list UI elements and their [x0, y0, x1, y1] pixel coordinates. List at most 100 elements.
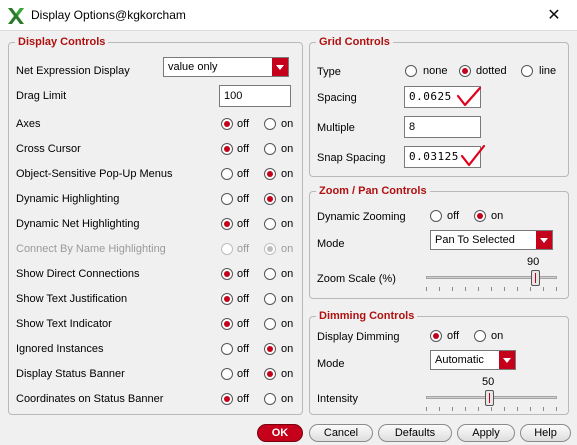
toggle-label: Object-Sensitive Pop-Up Menus — [16, 168, 173, 180]
grid-type-radio-line[interactable] — [521, 65, 533, 77]
radio-off[interactable] — [221, 368, 233, 380]
display-dimming-off-label: off — [447, 330, 460, 342]
grid-controls-title: Grid Controls — [316, 36, 393, 48]
radio-on[interactable] — [264, 293, 276, 305]
slider-tick — [530, 287, 531, 291]
radio-on[interactable] — [264, 193, 276, 205]
radio-on[interactable] — [264, 393, 276, 405]
grid-type-radio-none[interactable] — [405, 65, 417, 77]
radio-on[interactable] — [264, 168, 276, 180]
zoom-scale-ticks — [426, 287, 557, 291]
radio-on-label: on — [281, 218, 294, 230]
radio-off-label: off — [237, 343, 250, 355]
grid-type-label-dotted: dotted — [476, 65, 507, 77]
dimming-mode-value: Automatic — [435, 354, 484, 366]
radio-on[interactable] — [264, 118, 276, 130]
app-x-icon — [8, 8, 24, 24]
grid-type-label: Type — [317, 66, 341, 78]
window-title: Display Options@kgkorcham — [31, 8, 186, 22]
cancel-button[interactable]: Cancel — [309, 424, 373, 442]
display-dimming-label: Display Dimming — [317, 331, 400, 343]
radio-off[interactable] — [221, 293, 233, 305]
slider-tick — [543, 407, 544, 411]
drag-limit-input[interactable]: 100 — [219, 85, 291, 107]
drag-limit-label: Drag Limit — [16, 90, 67, 102]
chevron-down-icon — [536, 231, 552, 249]
toggle-label: Dynamic Net Highlighting — [16, 218, 140, 230]
slider-tick — [491, 287, 492, 291]
defaults-button[interactable]: Defaults — [378, 424, 452, 442]
radio-off-label: off — [237, 168, 250, 180]
radio-on-label: on — [281, 193, 294, 205]
radio-on-label: on — [281, 293, 294, 305]
radio-on[interactable] — [264, 218, 276, 230]
radio-on-label: on — [281, 393, 294, 405]
toggle-label: Axes — [16, 118, 41, 130]
intensity-slider-handle[interactable] — [484, 390, 494, 406]
intensity-value: 50 — [482, 376, 495, 388]
help-button[interactable]: Help — [520, 424, 571, 442]
display-dimming-off-radio[interactable] — [430, 330, 442, 342]
radio-off[interactable] — [221, 193, 233, 205]
slider-tick — [543, 287, 544, 291]
slider-tick — [504, 287, 505, 291]
checkmark-annotation-icon-2 — [460, 144, 486, 167]
radio-on[interactable] — [264, 368, 276, 380]
radio-off-label: off — [237, 118, 250, 130]
radio-off[interactable] — [221, 318, 233, 330]
net-expression-select[interactable]: value only — [163, 57, 289, 77]
radio-off[interactable] — [221, 168, 233, 180]
ok-button[interactable]: OK — [257, 424, 303, 442]
radio-on-label: on — [281, 243, 294, 255]
radio-on[interactable] — [264, 143, 276, 155]
dynamic-zooming-on-radio[interactable] — [474, 210, 486, 222]
toggle-label: Ignored Instances — [16, 343, 104, 355]
zoom-mode-select[interactable]: Pan To Selected — [430, 230, 553, 250]
radio-off-label: off — [237, 218, 250, 230]
slider-tick — [556, 287, 557, 291]
radio-off-label: off — [237, 193, 250, 205]
radio-off — [221, 243, 233, 255]
radio-on-label: on — [281, 368, 294, 380]
dimming-mode-select[interactable]: Automatic — [430, 350, 516, 370]
multiple-label: Multiple — [317, 122, 355, 134]
radio-off[interactable] — [221, 393, 233, 405]
slider-tick — [517, 287, 518, 291]
grid-type-label-line: line — [539, 65, 557, 77]
spacing-label: Spacing — [317, 92, 357, 104]
toggle-label: Show Text Justification — [16, 293, 128, 305]
slider-tick — [556, 407, 557, 411]
toggle-label: Cross Cursor — [16, 143, 81, 155]
zoom-mode-label: Mode — [317, 238, 345, 250]
multiple-input[interactable]: 8 — [404, 116, 481, 138]
radio-off-label: off — [237, 143, 250, 155]
radio-off[interactable] — [221, 268, 233, 280]
dimming-title: Dimming Controls — [316, 310, 418, 322]
slider-tick — [439, 407, 440, 411]
slider-tick — [465, 287, 466, 291]
radio-off[interactable] — [221, 343, 233, 355]
intensity-label: Intensity — [317, 393, 358, 405]
zoom-mode-value: Pan To Selected — [435, 234, 515, 246]
radio-on[interactable] — [264, 318, 276, 330]
dynamic-zooming-off-radio[interactable] — [430, 210, 442, 222]
toggle-label: Show Direct Connections — [16, 268, 140, 280]
radio-on[interactable] — [264, 268, 276, 280]
radio-off[interactable] — [221, 218, 233, 230]
apply-button[interactable]: Apply — [457, 424, 515, 442]
radio-off[interactable] — [221, 143, 233, 155]
radio-on-label: on — [281, 118, 294, 130]
radio-on-label: on — [281, 318, 294, 330]
dynamic-zooming-label: Dynamic Zooming — [317, 211, 406, 223]
radio-off[interactable] — [221, 118, 233, 130]
close-icon[interactable]: ✕ — [531, 0, 577, 31]
title-bar[interactable]: Display Options@kgkorcham ✕ — [0, 0, 577, 31]
slider-tick — [517, 407, 518, 411]
radio-on-label: on — [281, 168, 294, 180]
display-dimming-on-radio[interactable] — [474, 330, 486, 342]
toggle-label: Show Text Indicator — [16, 318, 112, 330]
radio-on[interactable] — [264, 343, 276, 355]
grid-type-radio-dotted[interactable] — [459, 65, 471, 77]
slider-tick — [465, 407, 466, 411]
zoom-scale-slider-handle[interactable] — [531, 270, 541, 286]
